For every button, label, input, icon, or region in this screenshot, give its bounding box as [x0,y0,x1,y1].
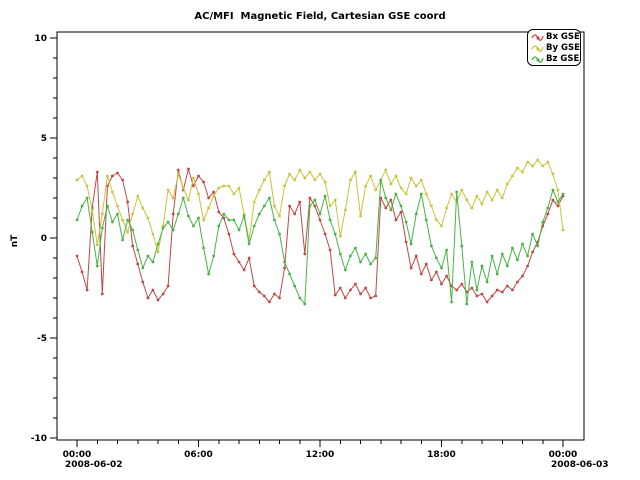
legend-item-label: By GSE [546,43,580,53]
legend-item-bz: Bz GSE [528,53,580,64]
x-axis-date-label: 2008-06-02 [65,460,123,470]
plot-canvas: 1050-5-1000:002008-06-0206:0012:0018:000… [0,0,640,480]
legend-item-bx: Bx GSE [528,31,580,42]
axes [50,38,563,447]
y-tick-label: 10 [34,34,47,44]
x-tick-label: 06:00 [184,450,213,460]
x-tick-label: 00:00 [549,450,578,460]
y-tick-label: -10 [31,434,47,444]
legend-marker-squiggle-icon [531,54,544,64]
plot-title: AC/MFI Magnetic Field, Cartesian GSE coo… [0,11,640,22]
plot-frame [57,32,584,440]
legend-marker-squiggle-icon [531,32,544,42]
y-axis-label: nT [10,234,20,247]
plot-window: AC/MFI Magnetic Field, Cartesian GSE coo… [0,0,640,480]
y-tick-label: 0 [41,234,47,244]
legend-item-label: Bx GSE [546,32,580,42]
y-tick-label: -5 [37,334,47,344]
x-tick-label: 12:00 [306,450,335,460]
legend: Bx GSE By GSE Bz GSE [527,29,581,66]
series-by [76,159,565,254]
x-tick-label: 00:00 [63,450,92,460]
legend-item-label: Bz GSE [546,54,579,64]
series-bx [76,168,565,304]
legend-marker-squiggle-icon [531,43,544,53]
x-tick-label: 18:00 [427,450,456,460]
x-axis-date-label: 2008-06-03 [551,460,609,470]
legend-item-by: By GSE [528,42,580,53]
y-tick-label: 5 [41,134,47,144]
